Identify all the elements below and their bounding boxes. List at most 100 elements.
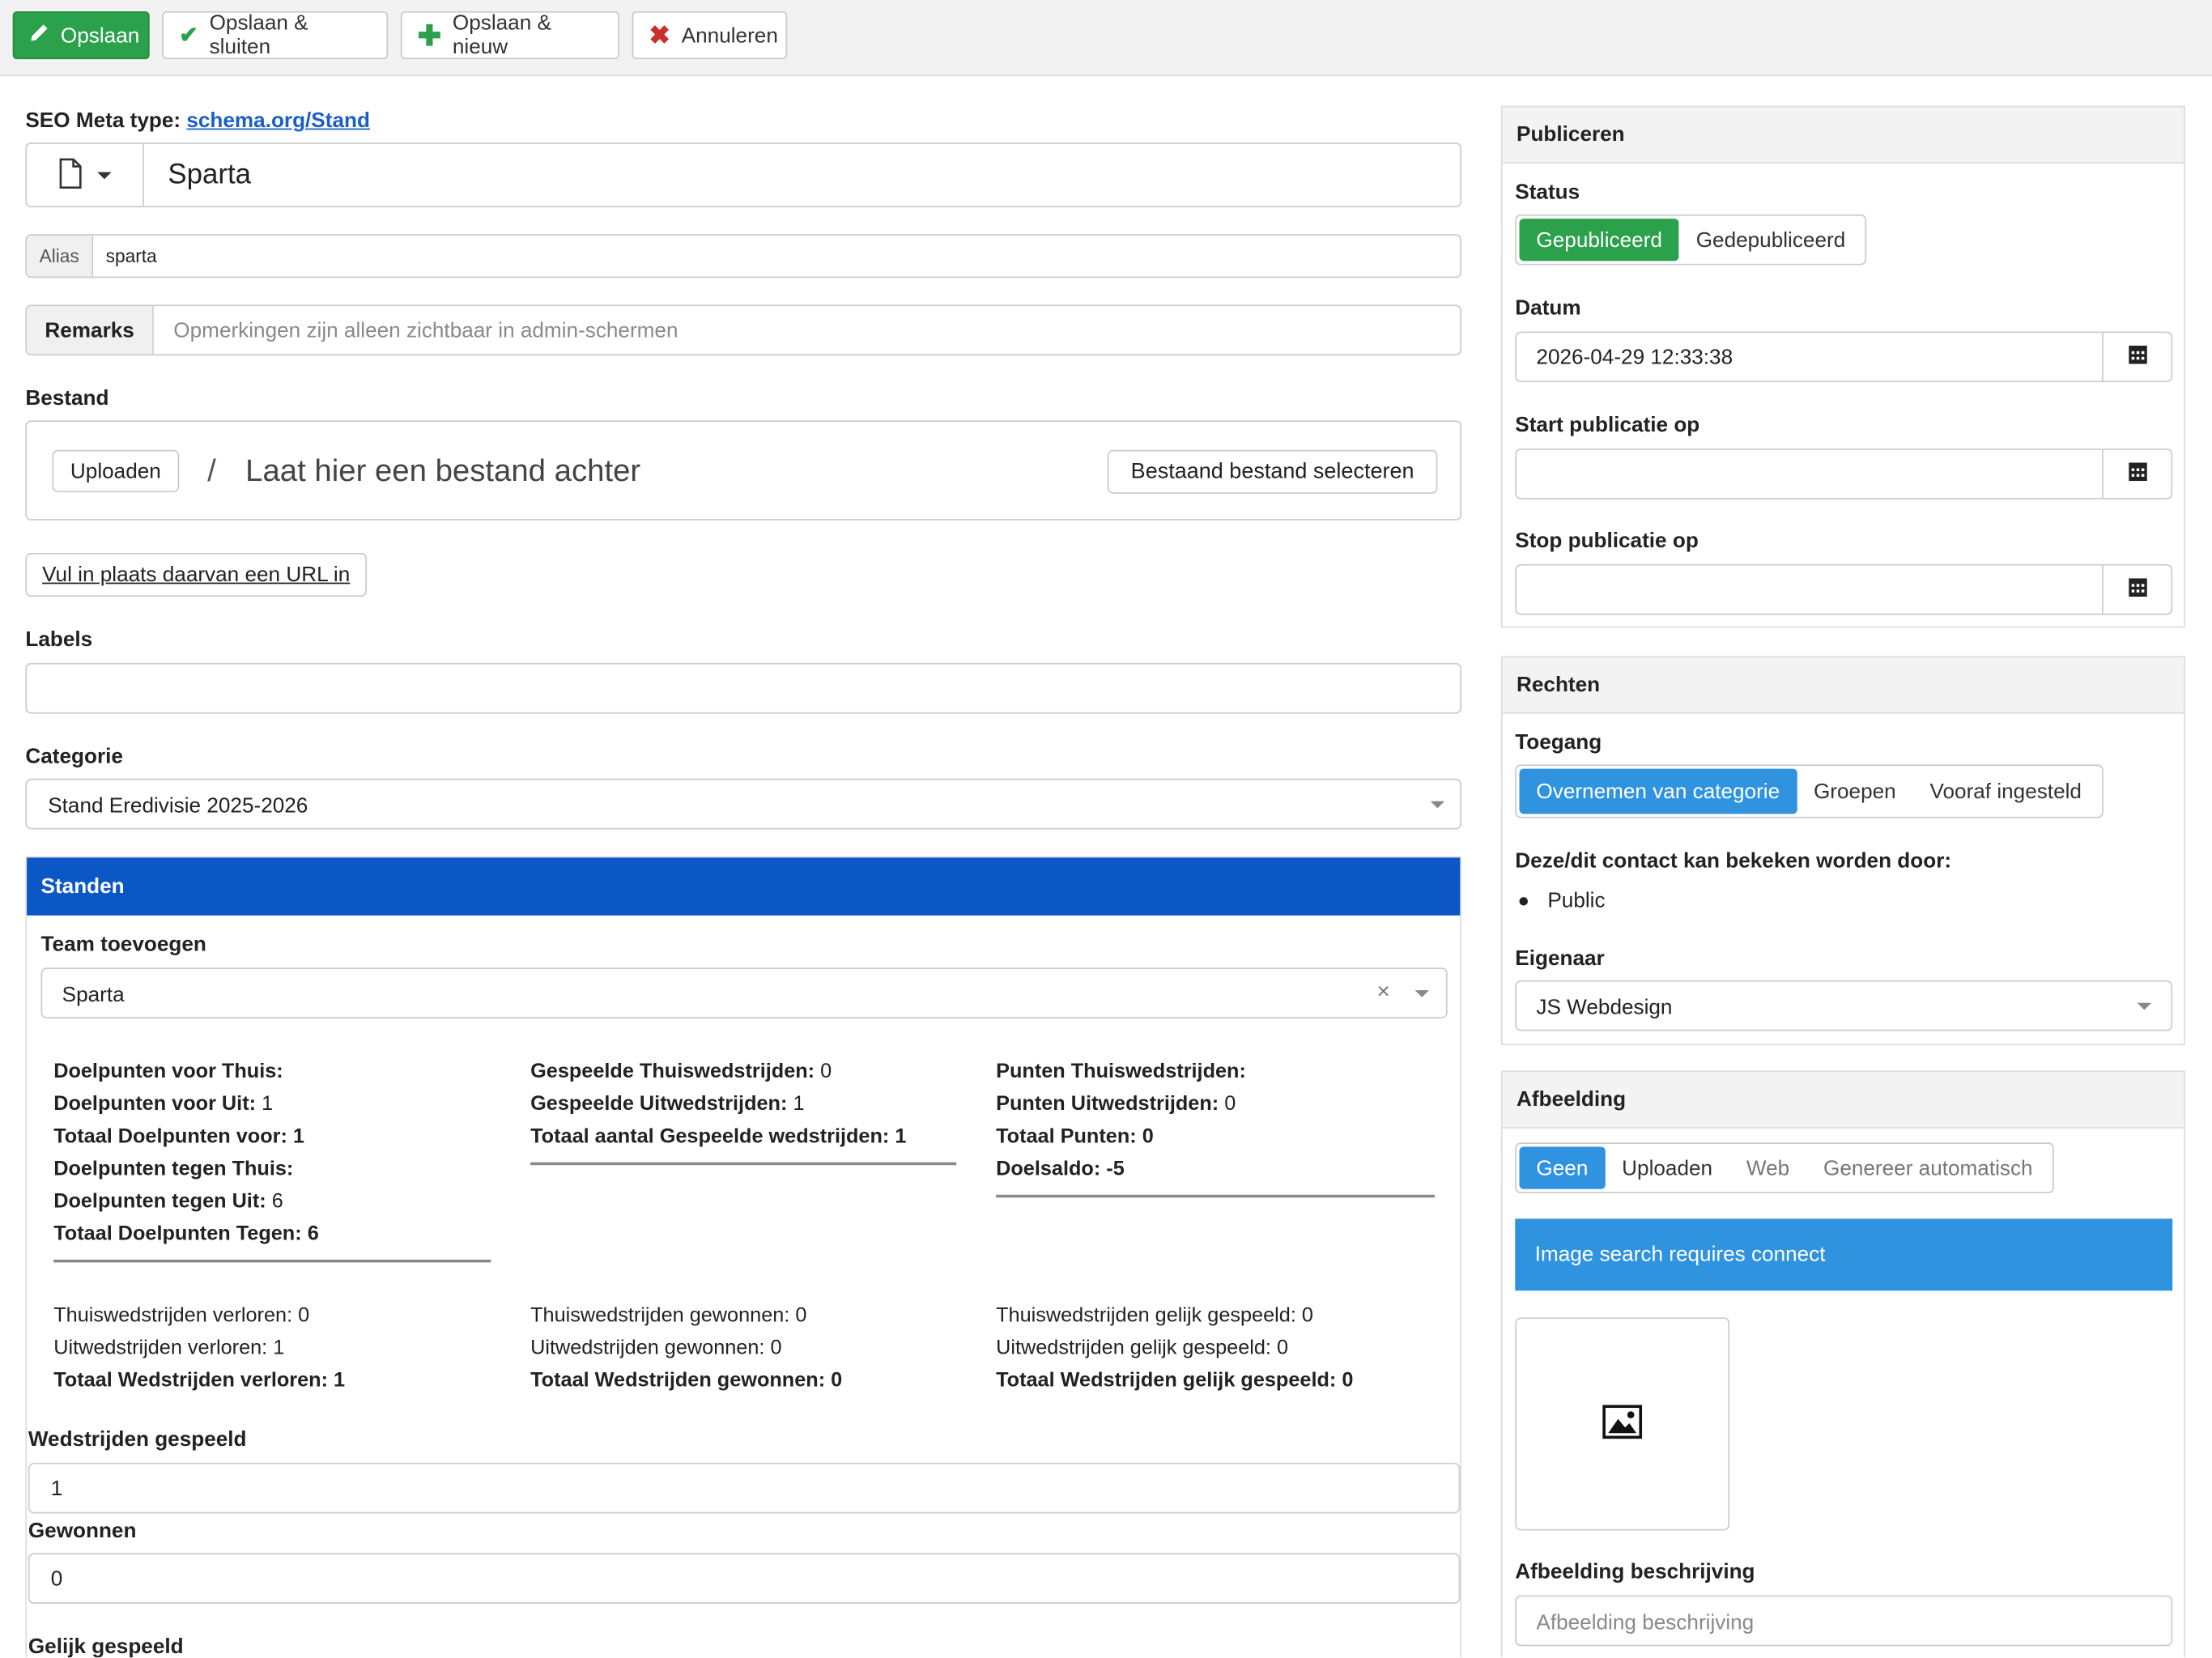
team-select[interactable]: Sparta × <box>40 967 1448 1018</box>
stat-line: Uitwedstrijden verloren: 1 <box>53 1337 285 1360</box>
divider <box>53 1259 491 1263</box>
calendar-button[interactable] <box>2102 333 2172 381</box>
title-input[interactable]: Sparta <box>168 144 251 206</box>
start-input[interactable] <box>1515 449 2173 500</box>
owner-select[interactable]: JS Webdesign <box>1515 980 2173 1031</box>
toolbar: Opslaan ✔ Opslaan & sluiten ✚ Opslaan & … <box>0 0 2212 77</box>
access-option-preset[interactable]: Vooraf ingesteld <box>1913 769 2099 814</box>
file-dropzone[interactable]: Uploaden / Laat hier een bestand achter … <box>25 420 1462 521</box>
document-icon <box>57 157 83 193</box>
check-icon: ✔ <box>179 23 198 49</box>
chevron-down-icon <box>2137 1002 2152 1010</box>
viewers-label: Deze/dit contact kan bekeken worden door… <box>1515 848 1952 874</box>
alias-input[interactable]: sparta <box>93 236 157 277</box>
calendar-icon <box>2129 578 2147 601</box>
date-input[interactable]: 2026-04-29 12:33:38 <box>1515 331 2173 383</box>
draw-column: Thuiswedstrijden gelijk gespeeld: 0 Uitw… <box>996 1300 1448 1397</box>
save-close-button[interactable]: ✔ Opslaan & sluiten <box>162 11 389 60</box>
won-input[interactable]: 0 <box>28 1553 1461 1605</box>
stat-line: Doelpunten voor Thuis: <box>53 1061 283 1084</box>
won-label: Gewonnen <box>28 1519 137 1544</box>
drop-hint: Laat hier een bestand achter <box>245 453 641 488</box>
stat-line: Doelsaldo: -5 <box>996 1158 1125 1181</box>
stat-line: Totaal Wedstrijden verloren: 1 <box>53 1369 346 1392</box>
calendar-button[interactable] <box>2102 565 2172 614</box>
image-option-upload[interactable]: Uploaden <box>1605 1147 1729 1189</box>
standen-header: Standen <box>27 857 1461 916</box>
stat-line: Uitwedstrijden gewonnen: 0 <box>530 1337 782 1360</box>
select-existing-button[interactable]: Bestaand bestand selecteren <box>1107 449 1438 494</box>
seo-meta-type: SEO Meta type: schema.org/Stand <box>25 108 370 133</box>
alias-label: Alias <box>27 235 93 277</box>
image-option-web[interactable]: Web <box>1729 1147 1806 1189</box>
image-header: Afbeelding <box>1502 1072 2184 1129</box>
played-input[interactable]: 1 <box>28 1462 1461 1514</box>
access-label: Toegang <box>1515 730 1602 755</box>
chevron-down-icon <box>1414 990 1430 997</box>
stat-line: Gespeelde Uitwedstrijden: 1 <box>530 1093 805 1116</box>
stat-line: Punten Thuiswedstrijden: <box>996 1061 1246 1084</box>
status-unpublished-option[interactable]: Gedepubliceerd <box>1679 219 1862 261</box>
played-value: 1 <box>50 1477 63 1501</box>
viewer-list-item: Public <box>1519 888 1606 913</box>
stop-label: Stop publicatie op <box>1515 529 1699 554</box>
image-option-none[interactable]: Geen <box>1519 1146 1606 1189</box>
image-icon <box>1602 1405 1643 1443</box>
drop-separator: / <box>207 453 216 488</box>
stat-line: Thuiswedstrijden gelijk gespeeld: 0 <box>996 1304 1313 1328</box>
save-new-button[interactable]: ✚ Opslaan & nieuw <box>400 11 619 59</box>
status-published-option[interactable]: Gepubliceerd <box>1519 219 1679 261</box>
clear-icon[interactable]: × <box>1377 980 1390 1005</box>
x-icon: ✖ <box>649 20 670 49</box>
plus-icon: ✚ <box>417 20 441 52</box>
access-option-groups[interactable]: Groepen <box>1797 769 1913 814</box>
won-column: Thuiswedstrijden gewonnen: 0 Uitwedstrij… <box>530 1300 982 1397</box>
image-source-toggle: Geen Uploaden Web Genereer automatisch <box>1515 1142 2054 1194</box>
stat-line: Doelpunten tegen Uit: 6 <box>53 1190 283 1214</box>
divider <box>996 1194 1435 1198</box>
viewer-name: Public <box>1547 888 1606 913</box>
status-toggle: Gepubliceerd Gedepubliceerd <box>1515 214 1867 266</box>
category-value: Stand Eredivisie 2025-2026 <box>48 793 308 818</box>
calendar-button[interactable] <box>2102 449 2172 499</box>
access-toggle: Overnemen van categorie Groepen Vooraf i… <box>1515 764 2104 818</box>
stat-line: Totaal Wedstrijden gelijk gespeeld: 0 <box>996 1369 1354 1392</box>
stat-line: Punten Uitwedstrijden: 0 <box>996 1093 1236 1116</box>
cancel-button[interactable]: ✖ Annuleren <box>632 11 788 60</box>
save-button[interactable]: Opslaan <box>12 11 150 60</box>
chevron-down-icon <box>97 171 112 179</box>
image-option-generate[interactable]: Genereer automatisch <box>1806 1147 2049 1189</box>
image-preview[interactable] <box>1515 1317 1730 1531</box>
image-desc-input[interactable]: Afbeelding beschrijving <box>1515 1595 2173 1647</box>
rights-panel: Rechten Toegang Overnemen van categorie … <box>1500 656 2185 1046</box>
seo-label: SEO Meta type: <box>25 108 181 133</box>
stat-line: Doelpunten voor Uit: 1 <box>53 1093 274 1116</box>
remarks-input[interactable]: Opmerkingen zijn alleen zichtbaar in adm… <box>154 306 678 354</box>
category-label: Categorie <box>25 744 123 769</box>
calendar-icon <box>2129 462 2147 485</box>
url-button[interactable]: Vul in plaats daarvan een URL in <box>25 553 368 597</box>
won-value: 0 <box>50 1567 63 1592</box>
image-desc-placeholder: Afbeelding beschrijving <box>1536 1610 1755 1635</box>
category-select[interactable]: Stand Eredivisie 2025-2026 <box>25 778 1462 830</box>
team-value: Sparta <box>62 983 125 1008</box>
labels-label: Labels <box>25 627 93 652</box>
labels-input[interactable] <box>25 662 1462 714</box>
lost-column: Thuiswedstrijden verloren: 0 Uitwedstrij… <box>53 1300 519 1397</box>
status-label: Status <box>1515 181 1580 205</box>
cancel-label: Annuleren <box>681 23 778 48</box>
upload-button[interactable]: Uploaden <box>52 449 180 493</box>
stat-line: Totaal Punten: 0 <box>996 1125 1154 1149</box>
chevron-down-icon <box>1430 801 1445 809</box>
type-dropdown-button[interactable] <box>27 143 144 206</box>
save-close-label: Opslaan & sluiten <box>209 11 308 60</box>
date-label: Datum <box>1515 295 1581 321</box>
title-input-group: Sparta <box>25 142 1462 208</box>
file-label: Bestand <box>25 386 109 411</box>
standen-panel: Standen Team toevoegen Sparta × Doelpunt… <box>25 856 1462 1658</box>
seo-link[interactable]: schema.org/Stand <box>186 108 370 133</box>
access-option-category[interactable]: Overnemen van categorie <box>1519 768 1797 814</box>
stop-input[interactable] <box>1515 563 2173 615</box>
team-label: Team toevoegen <box>40 932 206 957</box>
connect-banner: Image search requires connect <box>1515 1218 2173 1291</box>
